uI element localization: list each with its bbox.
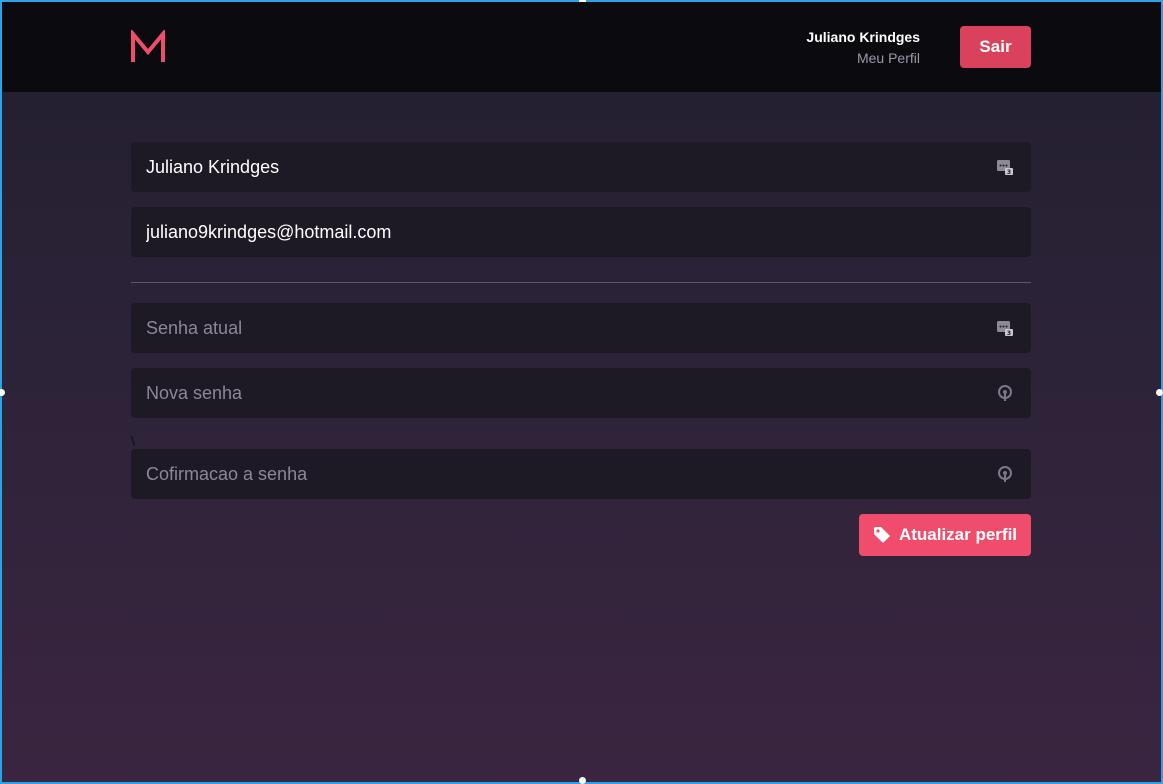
svg-text:3: 3 xyxy=(1007,169,1011,176)
logout-button[interactable]: Sair xyxy=(960,26,1031,68)
user-name: Juliano Krindges xyxy=(806,29,920,45)
current-password-wrapper: 3 xyxy=(131,303,1031,353)
tag-icon xyxy=(873,527,890,543)
section-divider xyxy=(131,282,1031,283)
resize-handle-right[interactable] xyxy=(1156,389,1163,396)
new-password-wrapper xyxy=(131,368,1031,418)
stray-character: \ xyxy=(131,433,135,449)
confirm-password-input[interactable] xyxy=(131,449,1031,499)
update-profile-label: Atualizar perfil xyxy=(898,525,1018,544)
update-profile-button[interactable]: Atualizar perfil xyxy=(859,514,1031,556)
my-profile-link[interactable]: Meu Perfil xyxy=(806,49,920,67)
name-field-wrapper: 3 xyxy=(131,142,1031,192)
key-icon[interactable] xyxy=(996,465,1014,483)
resize-handle-left[interactable] xyxy=(0,389,5,396)
top-header: Juliano Krindges Meu Perfil Sair xyxy=(2,2,1161,92)
email-field-wrapper xyxy=(131,207,1031,257)
key-icon[interactable] xyxy=(996,384,1014,402)
email-input[interactable] xyxy=(131,207,1031,257)
resize-handle-bottom[interactable] xyxy=(579,777,586,784)
m-logo-icon[interactable] xyxy=(130,30,166,64)
user-profile: Juliano Krindges Meu Perfil xyxy=(806,28,920,67)
password-manager-icon[interactable]: 3 xyxy=(996,158,1014,176)
new-password-input[interactable] xyxy=(131,368,1031,418)
svg-text:3: 3 xyxy=(1007,330,1011,337)
password-manager-icon[interactable]: 3 xyxy=(996,319,1014,337)
name-input[interactable] xyxy=(131,142,1031,192)
confirm-password-wrapper xyxy=(131,449,1031,499)
current-password-input[interactable] xyxy=(131,303,1031,353)
